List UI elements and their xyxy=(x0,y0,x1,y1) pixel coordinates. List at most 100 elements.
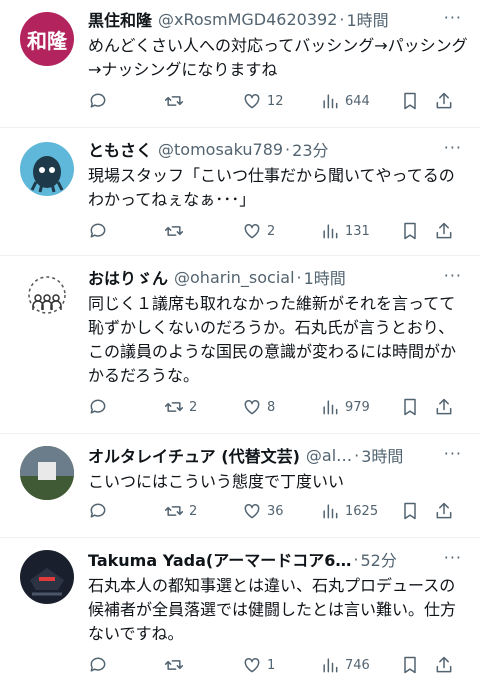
view-count: 1625 xyxy=(345,503,379,519)
retweet-count: 2 xyxy=(189,503,198,519)
separator-dot: · xyxy=(285,139,291,159)
retweet-icon xyxy=(164,501,184,521)
tweet[interactable]: Takuma Yada(アーマードコア6… · 52分 ··· 石丸本人の都知事… xyxy=(0,538,480,686)
separator-dot: · xyxy=(354,445,360,465)
share-button[interactable] xyxy=(434,221,454,241)
tweet[interactable]: 和隆 黒住和隆 @xRosmMGD4620392 · 1時間 ··· めんどくさ… xyxy=(0,0,480,128)
view-count: 746 xyxy=(345,657,370,673)
bookmark-icon xyxy=(400,501,420,521)
reply-button[interactable] xyxy=(88,655,108,675)
bookmark-button[interactable] xyxy=(400,91,420,111)
bookmark-icon xyxy=(400,397,420,417)
share-icon xyxy=(434,501,454,521)
reply-icon xyxy=(88,655,108,675)
separator-dot: · xyxy=(339,9,345,29)
avatar[interactable] xyxy=(20,550,74,604)
bar-chart-icon xyxy=(320,221,340,241)
tweet-text: 同じく１議席も取れなかった維新がそれを言ってて恥ずかしくないのだろうか。石丸氏が… xyxy=(88,294,457,385)
timestamp[interactable]: 1時間 xyxy=(346,8,388,30)
heart-icon xyxy=(242,221,262,241)
like-button[interactable]: 1 xyxy=(242,655,275,675)
retweet-button[interactable] xyxy=(164,91,184,111)
handle[interactable]: @tomosaku789 xyxy=(158,140,283,159)
views-button[interactable]: 131 xyxy=(320,221,370,241)
avatar[interactable] xyxy=(20,268,74,322)
tweet-text: 石丸本人の都知事選とは違い、石丸プロデュースの候補者が全員落選では健闘したとは言… xyxy=(88,576,457,643)
view-count: 131 xyxy=(345,223,370,239)
separator-dot: · xyxy=(353,549,359,569)
reply-button[interactable] xyxy=(88,501,108,521)
share-button[interactable] xyxy=(434,91,454,111)
separator-dot: · xyxy=(296,267,302,287)
display-name[interactable]: オルタレイチュア (代替文芸) xyxy=(88,444,300,466)
display-name[interactable]: ともさく xyxy=(88,138,152,160)
tweet[interactable]: おはりゞん @oharin_social · 1時間 ··· 同じく１議席も取れ… xyxy=(0,256,480,434)
like-count: 1 xyxy=(267,657,276,673)
timestamp[interactable]: 3時間 xyxy=(361,444,403,466)
views-button[interactable]: 1625 xyxy=(320,501,378,521)
landscape-avatar-icon xyxy=(20,446,74,500)
bookmark-button[interactable] xyxy=(400,221,420,241)
bookmark-icon xyxy=(400,91,420,111)
retweet-count: 2 xyxy=(189,399,198,415)
more-options-icon[interactable]: ··· xyxy=(444,548,462,567)
more-options-icon[interactable]: ··· xyxy=(444,138,462,157)
reply-button[interactable] xyxy=(88,221,108,241)
reply-icon xyxy=(88,397,108,417)
view-count: 979 xyxy=(345,399,370,415)
more-options-icon[interactable]: ··· xyxy=(444,444,462,463)
display-name[interactable]: おはりゞん xyxy=(88,266,168,288)
reply-icon xyxy=(88,91,108,111)
tweet-text: めんどくさい人への対応ってバッシング→パッシング→ナッシングになりますね xyxy=(88,36,468,79)
handle[interactable]: @al… xyxy=(306,446,352,465)
like-button[interactable]: 2 xyxy=(242,221,275,241)
avatar[interactable] xyxy=(20,142,74,196)
people-globe-avatar-icon xyxy=(28,276,66,314)
reply-button[interactable] xyxy=(88,397,108,417)
like-button[interactable]: 8 xyxy=(242,397,275,417)
squid-avatar-icon xyxy=(30,156,64,193)
share-button[interactable] xyxy=(434,397,454,417)
retweet-icon xyxy=(164,221,184,241)
retweet-button[interactable]: 2 xyxy=(164,397,197,417)
retweet-button[interactable] xyxy=(164,221,184,241)
bar-chart-icon xyxy=(320,655,340,675)
like-count: 12 xyxy=(267,93,284,109)
timestamp[interactable]: 1時間 xyxy=(304,266,346,288)
like-count: 8 xyxy=(267,399,276,415)
retweet-button[interactable]: 2 xyxy=(164,501,197,521)
retweet-icon xyxy=(164,91,184,111)
heart-icon xyxy=(242,397,262,417)
views-button[interactable]: 644 xyxy=(320,91,370,111)
tweet-text: 現場スタッフ「こいつ仕事だから聞いてやってるのわかってねぇなぁ･･･」 xyxy=(88,166,455,209)
retweet-icon xyxy=(164,655,184,675)
display-name[interactable]: 黒住和隆 xyxy=(88,8,152,30)
bar-chart-icon xyxy=(320,397,340,417)
views-button[interactable]: 746 xyxy=(320,655,370,675)
display-name[interactable]: Takuma Yada(アーマードコア6… xyxy=(88,548,351,570)
bookmark-button[interactable] xyxy=(400,397,420,417)
bookmark-button[interactable] xyxy=(400,655,420,675)
timestamp[interactable]: 52分 xyxy=(360,548,396,570)
view-count: 644 xyxy=(345,93,370,109)
share-icon xyxy=(434,397,454,417)
share-button[interactable] xyxy=(434,655,454,675)
reply-button[interactable] xyxy=(88,91,108,111)
retweet-button[interactable] xyxy=(164,655,184,675)
like-button[interactable]: 12 xyxy=(242,91,284,111)
more-options-icon[interactable]: ··· xyxy=(444,8,462,27)
handle[interactable]: @oharin_social xyxy=(174,268,295,287)
share-button[interactable] xyxy=(434,501,454,521)
handle[interactable]: @xRosmMGD4620392 xyxy=(158,10,337,29)
tweet[interactable]: オルタレイチュア (代替文芸) @al… · 3時間 ··· こいつにはこういう… xyxy=(0,434,480,538)
avatar[interactable] xyxy=(20,446,74,500)
like-button[interactable]: 36 xyxy=(242,501,284,521)
timestamp[interactable]: 23分 xyxy=(292,138,328,160)
avatar[interactable]: 和隆 xyxy=(20,12,74,66)
bookmark-button[interactable] xyxy=(400,501,420,521)
views-button[interactable]: 979 xyxy=(320,397,370,417)
more-options-icon[interactable]: ··· xyxy=(444,266,462,285)
tweet[interactable]: ともさく @tomosaku789 · 23分 ··· 現場スタッフ「こいつ仕事… xyxy=(0,128,480,256)
reply-icon xyxy=(88,221,108,241)
bar-chart-icon xyxy=(320,91,340,111)
